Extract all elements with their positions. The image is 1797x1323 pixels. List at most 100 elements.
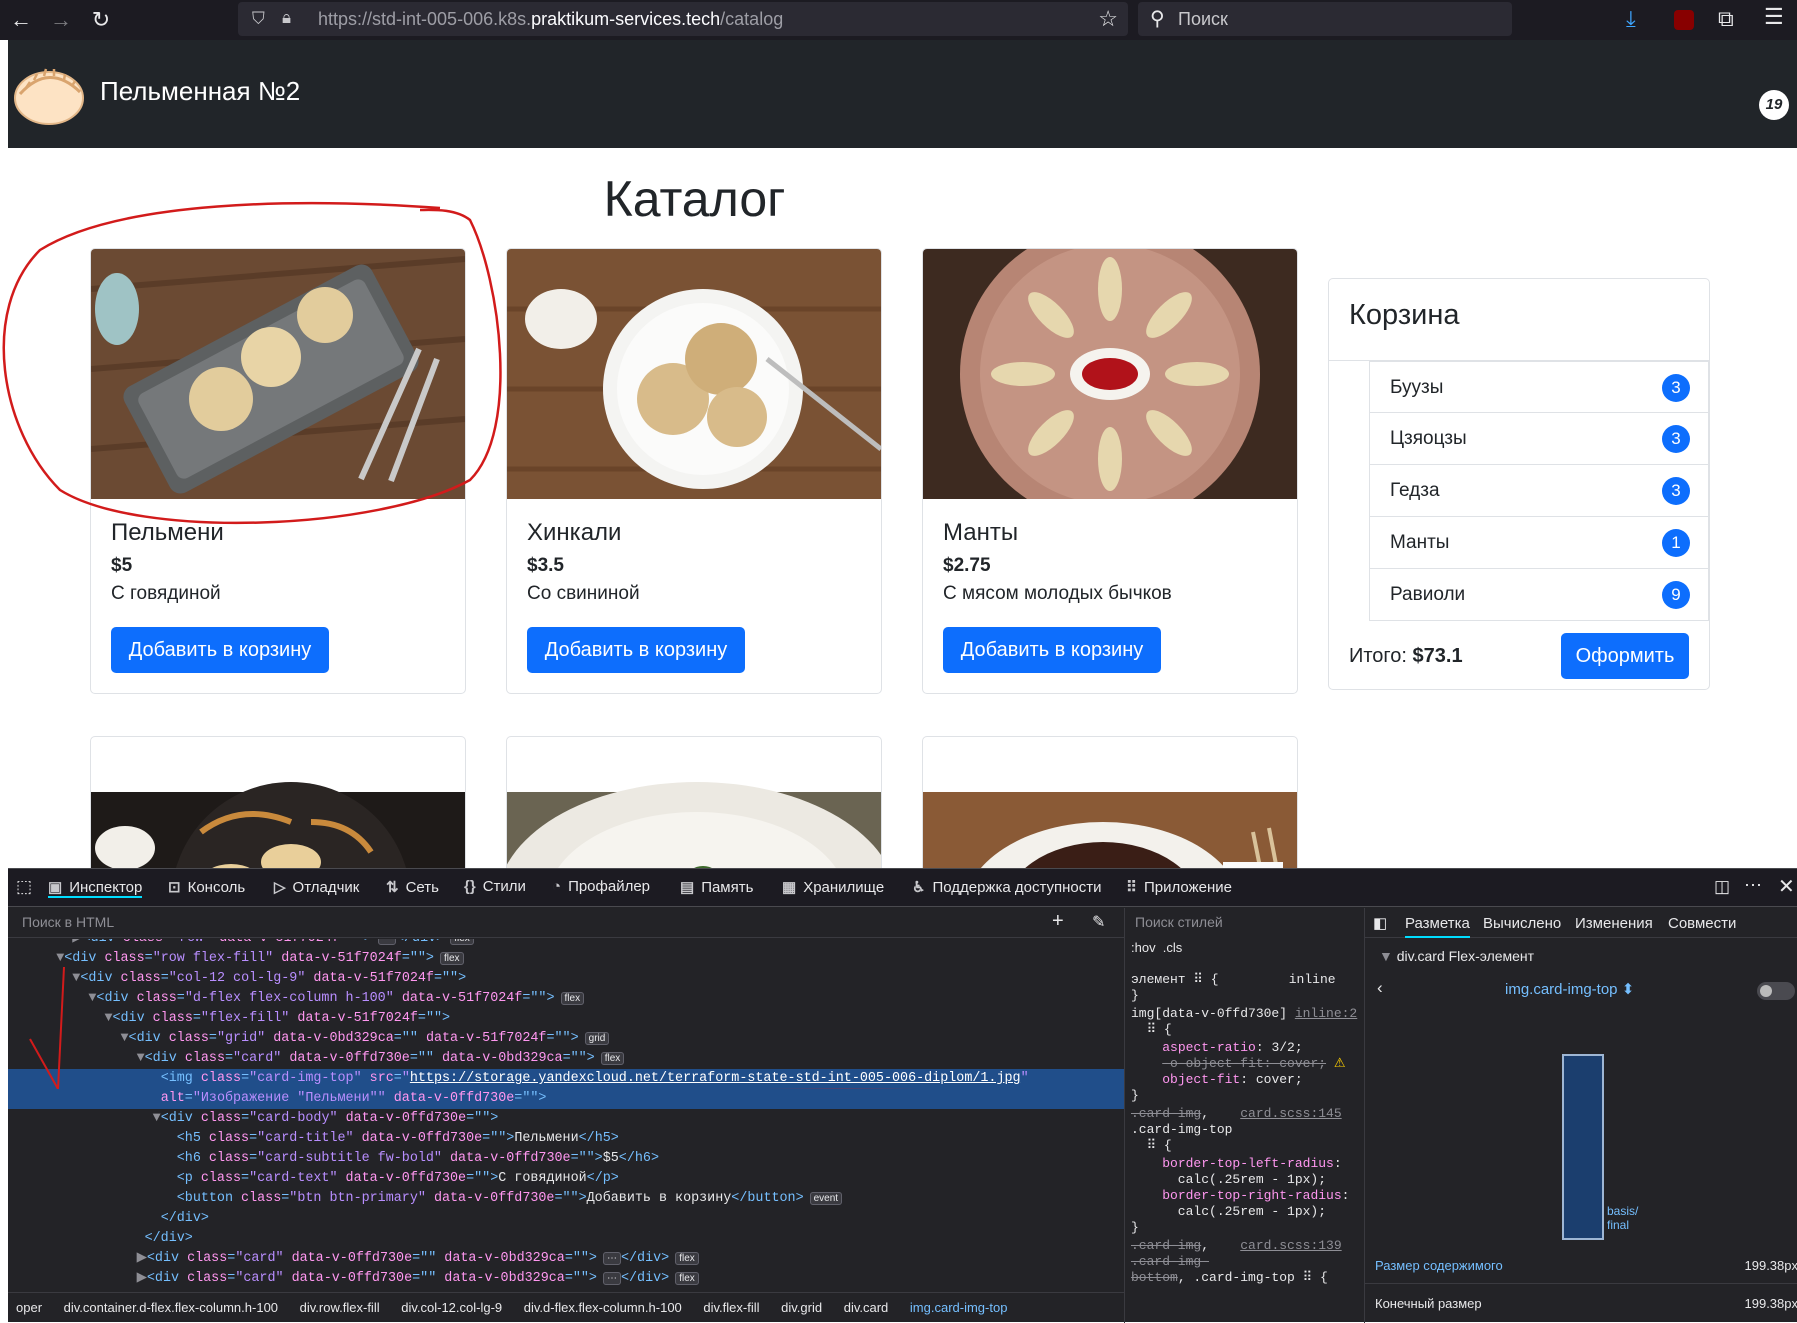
breadcrumb-item[interactable]: div.d-flex.flex-column.h-100: [524, 1300, 682, 1315]
more-icon[interactable]: ⋯: [1744, 875, 1762, 896]
flex-item-selector[interactable]: img.card-img-top ⬍: [1505, 980, 1634, 998]
card-title: Хинкали: [527, 519, 622, 546]
css-selector[interactable]: .card-img, card.scss:139: [1131, 1238, 1342, 1253]
navbar: Пельменная №2 19: [8, 40, 1797, 148]
basket-item[interactable]: Цзяоцзы 3: [1369, 413, 1709, 465]
tab-debugger[interactable]: ▷ Отладчик: [274, 878, 359, 896]
total-value: $73.1: [1412, 645, 1463, 667]
tab-profiler[interactable]: ◔ Профайлер: [552, 878, 650, 895]
tab-memory[interactable]: ▤ Память: [680, 878, 753, 896]
html-search-bar[interactable]: Поиск в HTML + ✎: [8, 908, 1124, 938]
tree-line[interactable]: ▶<div class="card" data-v-0ffd730e="" da…: [8, 1249, 1124, 1269]
address-bar[interactable]: ⛉ 🔒︎ https://std-int-005-006.k8s.praktik…: [238, 2, 1128, 36]
browser-search-input[interactable]: ⚲ Поиск: [1138, 2, 1512, 36]
tab-application[interactable]: ⠿ Приложение: [1126, 878, 1232, 896]
tree-line[interactable]: </div>: [8, 1209, 1124, 1229]
basket-total: Итого: $73.1: [1349, 645, 1463, 668]
card-price: $5: [111, 555, 133, 576]
tab-changes[interactable]: Изменения: [1575, 915, 1653, 932]
tab-compatibility[interactable]: Совмести: [1668, 915, 1736, 932]
flex-item-header[interactable]: ▼ div.card Flex-элемент: [1379, 948, 1534, 964]
tree-line[interactable]: <p class="card-text" data-v-0ffd730e="">…: [8, 1169, 1124, 1189]
cart-count-badge[interactable]: 19: [1759, 90, 1789, 120]
chevron-left-icon[interactable]: ‹: [1377, 978, 1383, 998]
forward-icon[interactable]: →: [46, 6, 76, 34]
tab-accessibility[interactable]: ♿︎ Поддержка доступности: [912, 878, 1102, 896]
extensions-icon[interactable]: ⧉: [1718, 6, 1734, 32]
css-declaration[interactable]: aspect-ratio: 3/2;: [1131, 1040, 1302, 1055]
breadcrumb-item[interactable]: div.col-12.col-lg-9: [401, 1300, 502, 1315]
basket-header: Корзина: [1329, 279, 1709, 361]
tree-line[interactable]: <h5 class="card-title" data-v-0ffd730e="…: [8, 1129, 1124, 1149]
tree-line[interactable]: <button class="btn btn-primary" data-v-0…: [8, 1189, 1124, 1209]
sidebar-toggle-icon[interactable]: ◧: [1373, 914, 1387, 932]
dumpling-logo[interactable]: [12, 58, 86, 132]
html-search-input[interactable]: Поиск в HTML: [22, 914, 114, 930]
tab-console[interactable]: ⊡ Консоль: [168, 878, 245, 896]
css-declaration[interactable]: border-top-right-radius:: [1131, 1188, 1349, 1203]
breadcrumb-item[interactable]: div.flex-fill: [703, 1300, 759, 1315]
menu-icon[interactable]: ☰: [1764, 4, 1784, 30]
storage-icon: ▦: [782, 879, 797, 896]
ublock-icon[interactable]: [1674, 10, 1694, 30]
dock-icon[interactable]: ◫: [1714, 877, 1730, 897]
tab-inspector[interactable]: ▣ Инспектор: [48, 878, 143, 898]
memory-icon: ▤: [680, 879, 695, 896]
css-selector[interactable]: .card-img-top: [1131, 1122, 1232, 1137]
checkout-button[interactable]: Оформить: [1561, 633, 1689, 679]
breadcrumb-item[interactable]: div.card: [844, 1300, 889, 1315]
tab-storage[interactable]: ▦ Хранилище: [782, 878, 884, 896]
breadcrumb-item[interactable]: div.container.d-flex.flex-column.h-100: [64, 1300, 278, 1315]
tree-line[interactable]: ▶<div class="card" data-v-0ffd730e="" da…: [8, 1269, 1124, 1289]
css-selector[interactable]: img[data-v-0ffd730e] inline:2: [1131, 1006, 1357, 1021]
inspector-icon: ▣: [48, 879, 63, 896]
add-to-cart-button[interactable]: Добавить в корзину: [943, 627, 1161, 673]
basket-item[interactable]: Буузы 3: [1369, 361, 1709, 413]
reload-icon[interactable]: ↻: [86, 6, 116, 34]
element-picker-icon[interactable]: ⬚: [16, 877, 32, 897]
close-icon[interactable]: ✕: [1778, 874, 1795, 899]
tree-line[interactable]: </div>: [8, 1229, 1124, 1249]
css-declaration[interactable]: -o-object-fit: cover; ⚠: [1131, 1056, 1345, 1071]
css-declaration[interactable]: object-fit: cover;: [1131, 1072, 1302, 1087]
css-rule[interactable]: элемент ⠿ { inline: [1131, 972, 1336, 987]
css-rule: ⠿ {: [1131, 1138, 1172, 1153]
styles-icon: {}: [464, 878, 476, 895]
tab-network[interactable]: ⇅ Сеть: [386, 878, 439, 896]
css-selector[interactable]: bottom, .card-img-top ⠿ {: [1131, 1270, 1328, 1285]
add-node-icon[interactable]: +: [1052, 910, 1064, 933]
tab-computed[interactable]: Вычислено: [1483, 915, 1561, 932]
tab-layout[interactable]: Разметка: [1405, 915, 1470, 938]
card-title: Манты: [943, 519, 1019, 546]
flex-basis-label: basis/ final: [1607, 1204, 1639, 1232]
bookmark-star-icon[interactable]: ☆: [1098, 6, 1118, 32]
downloads-icon[interactable]: ⤓: [1626, 6, 1636, 32]
tree-line[interactable]: ▼<div class="card-body" data-v-0ffd730e=…: [8, 1109, 1124, 1129]
pseudo-class-toggles[interactable]: :hov .cls: [1131, 940, 1182, 955]
add-to-cart-button[interactable]: Добавить в корзину: [527, 627, 745, 673]
styles-search-input[interactable]: Поиск стилей: [1135, 914, 1223, 930]
css-selector[interactable]: .card-img-: [1131, 1254, 1209, 1269]
add-to-cart-button[interactable]: Добавить в корзину: [111, 627, 329, 673]
brand-title[interactable]: Пельменная №2: [100, 76, 300, 107]
annotation-ellipse: [2, 201, 502, 525]
tab-styles[interactable]: {} Стили: [464, 878, 526, 895]
css-declaration[interactable]: border-top-left-radius:: [1131, 1156, 1341, 1171]
basket-item[interactable]: Манты 1: [1369, 517, 1709, 569]
tree-line[interactable]: <h6 class="card-subtitle fw-bold" data-v…: [8, 1149, 1124, 1169]
breadcrumb-item[interactable]: div.grid: [781, 1300, 822, 1315]
basket-item[interactable]: Гедза 3: [1369, 465, 1709, 517]
breadcrumb-item-active[interactable]: img.card-img-top: [910, 1300, 1008, 1315]
breadcrumb-item[interactable]: oper: [16, 1300, 42, 1315]
product-card: [922, 736, 1298, 876]
flex-highlight-toggle[interactable]: [1757, 982, 1795, 1000]
css-selector[interactable]: .card-img, card.scss:145: [1131, 1106, 1342, 1121]
shield-icon: ⛉: [252, 9, 265, 28]
eyedropper-icon[interactable]: ✎: [1092, 912, 1105, 932]
tree-line-selected[interactable]: alt="Изображение "Пельмени"" data-v-0ffd…: [8, 1089, 1124, 1109]
basket-item[interactable]: Равиоли 9: [1369, 569, 1709, 621]
debugger-icon: ▷: [274, 879, 286, 896]
url-text: https://std-int-005-006.k8s.praktikum-se…: [318, 9, 784, 29]
breadcrumb-item[interactable]: div.row.flex-fill: [300, 1300, 380, 1315]
back-icon[interactable]: ←: [6, 6, 36, 34]
